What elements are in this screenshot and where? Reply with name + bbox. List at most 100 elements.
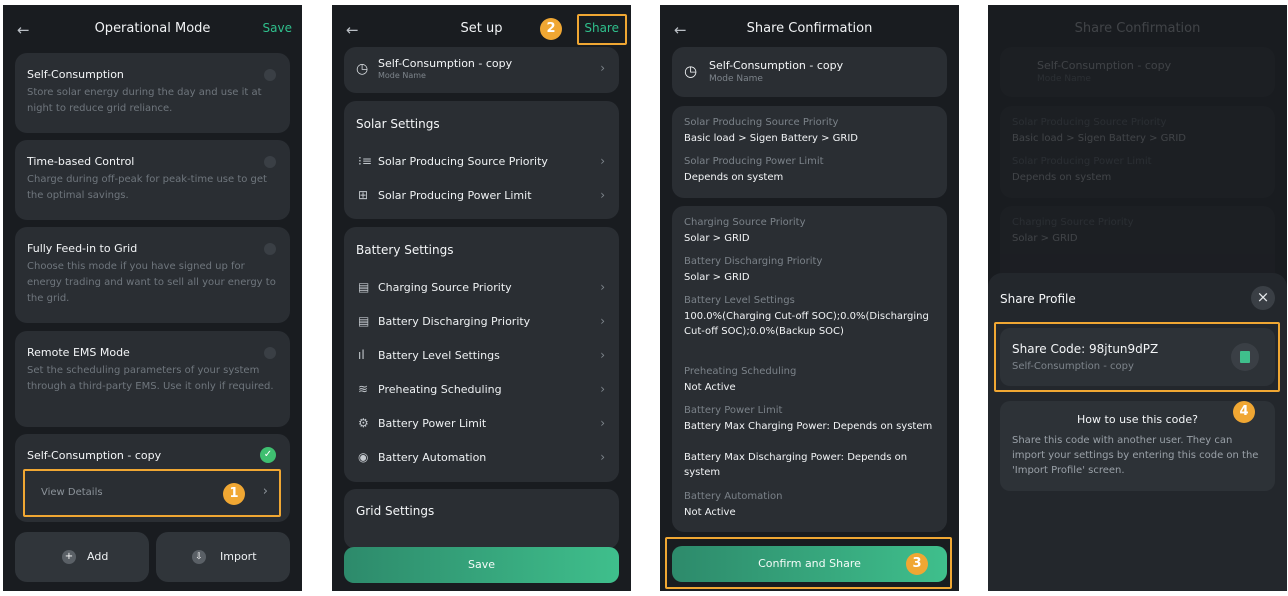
mode-name: Fully Feed-in to Grid [27, 242, 138, 255]
check-icon: ✓ [260, 447, 276, 463]
mode-radio[interactable] [264, 156, 276, 168]
share-profile-sheet: Share Profile × Share Code: 98jtun9dPZ S… [988, 273, 1287, 591]
mode-card-time-based[interactable]: Time-based Control Charge during off-pea… [15, 140, 290, 220]
setting-key: Battery Discharging Priority [684, 256, 823, 267]
highlight-share-code [994, 322, 1280, 392]
mode-radio[interactable] [264, 243, 276, 255]
menu-item-solar-priority[interactable]: ⁝≡ Solar Producing Source Priority › [344, 146, 619, 180]
section-title: Battery Settings [356, 243, 454, 257]
add-label: Add [87, 550, 109, 563]
battery-summary-card: Charging Source Priority Solar > GRID Ba… [672, 206, 947, 532]
page-title: Operational Mode [94, 21, 211, 36]
step-badge-2: 2 [540, 18, 562, 40]
clock-icon: ◷ [684, 62, 698, 80]
section-title: Solar Settings [356, 117, 440, 131]
chevron-right-icon: › [600, 348, 605, 362]
gear-icon: ⚙ [358, 416, 369, 430]
discharging-icon: ▤ [358, 314, 370, 328]
save-button[interactable]: Save [263, 21, 292, 35]
save-button[interactable]: Save [344, 547, 619, 583]
mode-name-label: Mode Name [1037, 74, 1091, 84]
menu-item-solar-limit[interactable]: ⊞ Solar Producing Power Limit › [344, 180, 619, 214]
page-title: Share Confirmation [746, 21, 873, 36]
setup-screen: ← Set up Share 2 ◷ Self-Consumption - co… [332, 5, 631, 591]
mode-description: Store solar energy during the day and us… [27, 87, 262, 114]
mode-name: Remote EMS Mode [27, 346, 130, 359]
setting-value: Not Active [684, 507, 736, 518]
setting-value: Solar > GRID [1012, 233, 1078, 244]
automation-icon: ◉ [358, 450, 369, 464]
mode-card-self-consumption[interactable]: Self-Consumption Store solar energy duri… [15, 53, 290, 133]
mode-description: Charge during off-peak for peak-time use… [27, 174, 267, 201]
power-limit-icon: ⊞ [358, 188, 369, 202]
chevron-right-icon: › [600, 188, 605, 202]
setting-value: 100.0%(Charging Cut-off SOC);0.0%(Discha… [684, 311, 929, 337]
menu-item-label: Solar Producing Source Priority [378, 155, 548, 168]
menu-item-charging-priority[interactable]: ▤ Charging Source Priority › [344, 272, 619, 306]
setting-key: Battery Automation [684, 491, 783, 502]
setting-value: Basic load > Sigen Battery > GRID [1012, 133, 1186, 144]
solar-summary-card: Solar Producing Source Priority Basic lo… [672, 106, 947, 198]
step-badge-3: 3 [906, 553, 928, 575]
menu-item-label: Battery Power Limit [378, 417, 487, 430]
mode-name: Self-Consumption [27, 68, 124, 81]
menu-item-power-limit[interactable]: ⚙ Battery Power Limit › [344, 408, 619, 442]
mode-name-value: Self-Consumption - copy [709, 59, 844, 72]
setting-value: Battery Max Discharging Power: Depends o… [684, 452, 908, 478]
chevron-right-icon: › [600, 450, 605, 464]
custom-mode-name: Self-Consumption - copy [27, 449, 162, 462]
setting-key: Solar Producing Power Limit [684, 156, 824, 167]
mode-name: Time-based Control [27, 155, 135, 168]
battery-settings-card: Battery Settings ▤ Charging Source Prior… [344, 227, 619, 482]
share-confirmation-screen: ← Share Confirmation ◷ Self-Consumption … [660, 5, 959, 591]
menu-item-automation[interactable]: ◉ Battery Automation › [344, 442, 619, 476]
plus-icon: + [62, 550, 76, 564]
add-button[interactable]: + Add [15, 532, 149, 582]
clock-icon: ◷ [356, 61, 369, 77]
close-icon[interactable]: × [1251, 286, 1275, 310]
operational-mode-screen: ← Operational Mode Save Self-Consumption… [3, 5, 302, 591]
import-icon: ⇩ [192, 550, 206, 564]
setting-value: Depends on system [684, 172, 784, 183]
step-badge-1: 1 [223, 483, 245, 505]
menu-item-label: Solar Producing Power Limit [378, 189, 532, 202]
setting-key: Battery Level Settings [684, 295, 795, 306]
mode-name-card[interactable]: ◷ Self-Consumption - copy Mode Name › [344, 47, 619, 93]
menu-item-discharging-priority[interactable]: ▤ Battery Discharging Priority › [344, 306, 619, 340]
section-title: Grid Settings [356, 504, 435, 518]
howto-text: Share this code with another user. They … [1012, 435, 1259, 476]
mode-card-remote-ems[interactable]: Remote EMS Mode Set the scheduling param… [15, 331, 290, 427]
sheet-title: Share Profile [1000, 292, 1076, 306]
setting-key: Battery Power Limit [684, 405, 783, 416]
chevron-right-icon: › [600, 416, 605, 430]
mode-description: Choose this mode if you have signed up f… [27, 261, 276, 304]
mode-radio[interactable] [264, 69, 276, 81]
setting-key: Charging Source Priority [1012, 217, 1134, 228]
mode-name-label: Mode Name [709, 74, 763, 84]
step-badge-4: 4 [1233, 401, 1255, 423]
chevron-right-icon: › [600, 61, 605, 75]
charging-source-icon: ▤ [358, 280, 370, 294]
menu-item-label: Battery Discharging Priority [378, 315, 531, 328]
menu-item-label: Battery Level Settings [378, 349, 500, 362]
solar-summary-card: Solar Producing Source Priority Basic lo… [1000, 106, 1275, 198]
setting-value: Not Active [684, 382, 736, 393]
menu-item-label: Charging Source Priority [378, 281, 512, 294]
grid-settings-card[interactable]: Grid Settings [344, 489, 619, 549]
chevron-right-icon: › [600, 382, 605, 396]
chevron-right-icon: › [600, 154, 605, 168]
mode-card-feed-in[interactable]: Fully Feed-in to Grid Choose this mode i… [15, 227, 290, 323]
menu-item-preheating[interactable]: ≋ Preheating Scheduling › [344, 374, 619, 408]
mode-radio[interactable] [264, 347, 276, 359]
import-button[interactable]: ⇩ Import [156, 532, 290, 582]
menu-item-battery-level[interactable]: ıl Battery Level Settings › [344, 340, 619, 374]
mode-name-value: Self-Consumption - copy [378, 57, 513, 70]
chevron-right-icon: › [600, 280, 605, 294]
share-profile-screen: Share Confirmation Self-Consumption - co… [988, 5, 1287, 591]
mode-description: Set the scheduling parameters of your sy… [27, 365, 274, 392]
setting-key: Charging Source Priority [684, 217, 806, 228]
setting-value: Basic load > Sigen Battery > GRID [684, 133, 858, 144]
chevron-right-icon: › [600, 314, 605, 328]
priority-icon: ⁝≡ [358, 154, 372, 168]
setting-key: Solar Producing Source Priority [1012, 117, 1167, 128]
